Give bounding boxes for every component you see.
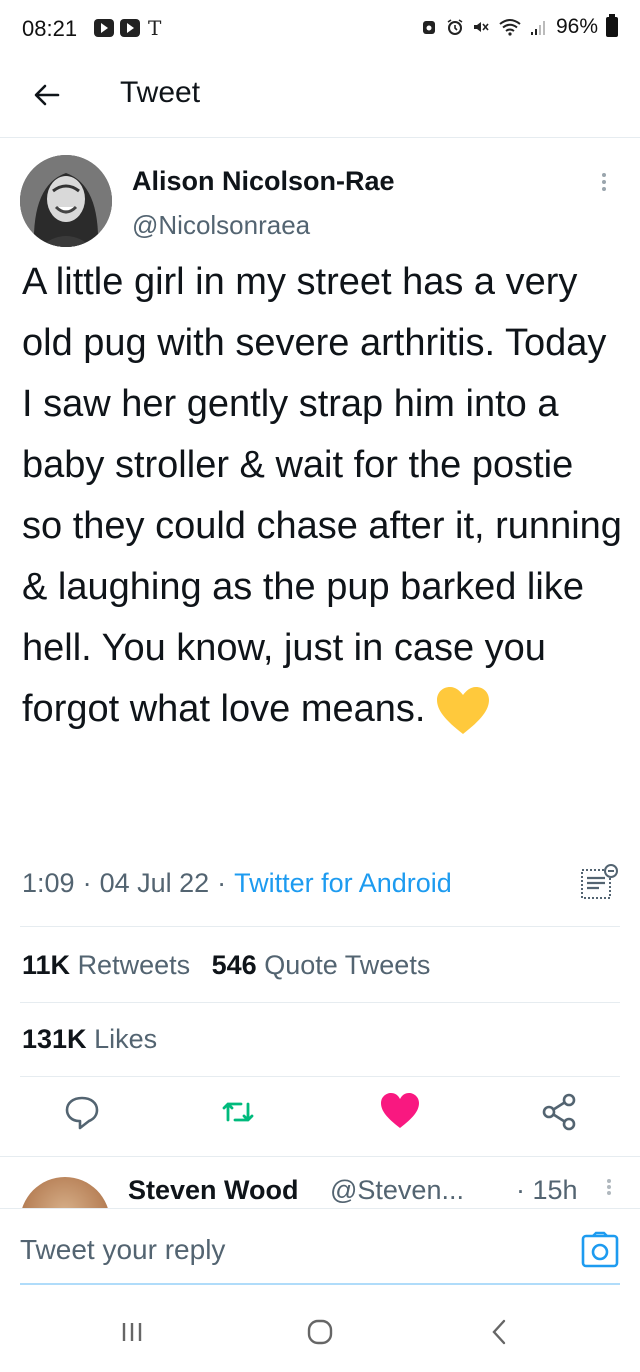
recent-apps-icon[interactable]	[110, 1310, 154, 1354]
page-title: Tweet	[120, 76, 201, 109]
divider	[20, 926, 620, 927]
wifi-icon	[499, 19, 521, 36]
reply-more-icon[interactable]	[604, 1177, 614, 1207]
carrier-icon: T	[148, 16, 162, 40]
reply-author-name: Steven Wood	[128, 1175, 299, 1205]
author-avatar[interactable]	[20, 155, 112, 247]
battery-percent: 96%	[555, 15, 598, 38]
tweet-text: A little girl in my street has a very ol…	[22, 261, 622, 730]
reply-author-handle: @Steven...	[330, 1175, 464, 1205]
retweets-stat[interactable]: 11K Retweets	[22, 950, 190, 980]
retweets-count: 11K	[22, 950, 71, 980]
battery-icon	[606, 14, 618, 37]
more-options-icon[interactable]	[596, 170, 612, 200]
tweet-actions	[0, 1090, 640, 1146]
status-bar: 08:21 T 96%	[0, 0, 640, 58]
engagement-stats: 11K Retweets 546 Quote Tweets	[22, 950, 430, 981]
author-photo-icon	[20, 155, 112, 247]
tweet-time: 1:09	[22, 868, 75, 898]
quotes-stat[interactable]: 546 Quote Tweets	[212, 950, 431, 980]
author-handle[interactable]: @Nicolsonraea	[132, 210, 310, 241]
arrow-left-icon[interactable]	[30, 78, 64, 112]
analytics-icon[interactable]	[578, 862, 620, 904]
home-icon[interactable]	[298, 1310, 342, 1354]
status-notification-icons: T	[94, 16, 162, 40]
reply-icon[interactable]	[60, 1090, 104, 1134]
tweet-date: 04 Jul 22	[99, 868, 210, 898]
reply-avatar[interactable]	[20, 1177, 110, 1208]
status-system-icons: 96%	[420, 14, 618, 39]
heart-icon[interactable]	[378, 1090, 422, 1134]
tweet-body: A little girl in my street has a very ol…	[22, 252, 622, 740]
reply-time: · 15h	[516, 1175, 578, 1205]
system-nav-bar	[0, 1290, 640, 1372]
reply-composer	[0, 1208, 640, 1290]
video-app-icon-2	[120, 19, 140, 37]
mute-icon	[473, 22, 489, 32]
retweet-icon[interactable]	[216, 1090, 260, 1134]
alarm-icon	[447, 19, 463, 35]
likes-count: 131K	[22, 1024, 87, 1054]
signal-icon	[530, 21, 545, 35]
status-time: 08:21	[22, 16, 78, 41]
likes-label: Likes	[94, 1024, 158, 1054]
back-nav-icon[interactable]	[478, 1310, 522, 1354]
share-icon[interactable]	[538, 1090, 582, 1134]
retweets-label: Retweets	[77, 950, 191, 980]
author-name[interactable]: Alison Nicolson-Rae	[132, 166, 395, 197]
video-app-icon	[94, 19, 114, 37]
divider	[20, 1076, 620, 1077]
composer-underline	[20, 1283, 620, 1285]
likes-stat[interactable]: 131K Likes	[22, 1024, 157, 1055]
quotes-count: 546	[211, 950, 257, 980]
tweet-meta: 1:09 · 04 Jul 22 · Twitter for Android	[22, 868, 452, 899]
meta-separator-2: ·	[217, 868, 227, 898]
lock-icon	[422, 21, 435, 34]
quotes-label: Quote Tweets	[264, 950, 431, 980]
top-app-bar: Tweet	[0, 58, 640, 138]
yellow-heart-icon	[437, 686, 490, 734]
reply-item[interactable]: Steven Wood @Steven... · 15h	[0, 1156, 640, 1208]
meta-separator: ·	[82, 868, 92, 898]
camera-icon[interactable]	[580, 1231, 620, 1271]
tweet-source-link[interactable]: Twitter for Android	[234, 868, 452, 899]
divider	[20, 1002, 620, 1003]
reply-input[interactable]	[20, 1227, 560, 1273]
